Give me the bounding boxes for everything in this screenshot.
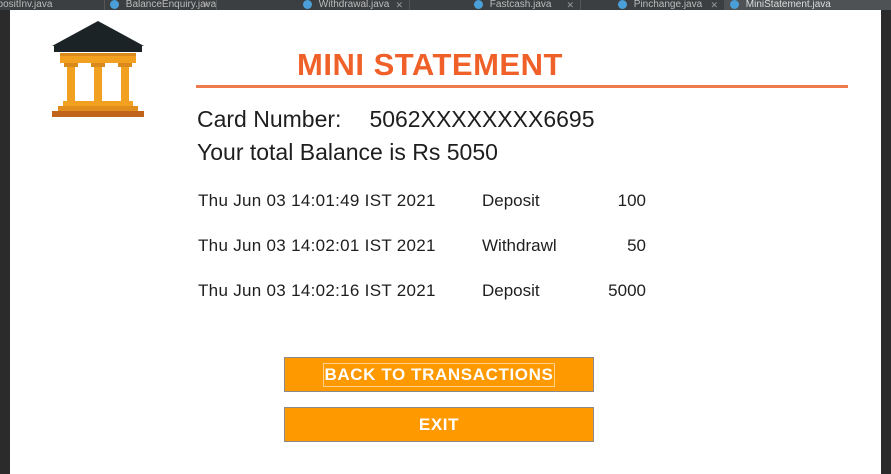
balance-text: Your total Balance is Rs 5050 (197, 139, 498, 165)
tab-label: epositInv.java (0, 0, 53, 10)
transaction-type: Deposit (482, 191, 540, 210)
transaction-type: Deposit (482, 281, 540, 300)
mini-statement-window: MINI STATEMENT Card Number: 5062XXXXXXXX6… (10, 10, 881, 474)
tab-deposit[interactable]: epositInv.java (0, 0, 105, 10)
bank-building-icon (52, 21, 144, 117)
java-file-icon (474, 0, 483, 9)
java-file-icon (730, 0, 739, 9)
tab-label: Fastcash.java (489, 0, 552, 10)
close-icon[interactable]: ✕ (202, 0, 210, 10)
java-file-icon (618, 0, 627, 9)
close-icon[interactable]: ✕ (710, 0, 718, 10)
transaction-date: Thu Jun 03 14:01:49 IST 2021 (198, 191, 436, 210)
title-underline (196, 85, 848, 88)
transaction-amount: 100 (617, 191, 646, 210)
tab-ministatement[interactable]: MiniStatement.java (724, 0, 891, 10)
tab-balance-enquiry[interactable]: BalanceEnquiry.java ✕ (104, 0, 217, 10)
tab-label: Withdrawal.java (318, 0, 390, 10)
back-to-transactions-button[interactable]: BACK TO TRANSACTIONS (284, 357, 594, 392)
transaction-date: Thu Jun 03 14:02:01 IST 2021 (198, 236, 436, 255)
close-icon[interactable]: ✕ (395, 0, 403, 10)
statement-row: Thu Jun 03 14:01:49 IST 2021 Deposit 100 (198, 190, 668, 212)
tab-withdrawal[interactable]: Withdrawal.java ✕ (297, 0, 410, 10)
close-icon[interactable]: ✕ (566, 0, 574, 10)
card-number-line: Card Number: 5062XXXXXXXX6695 (197, 104, 595, 134)
card-number-value: 5062XXXXXXXX6695 (369, 106, 595, 132)
card-number-label: Card Number: (197, 106, 342, 132)
transaction-type: Withdrawl (482, 236, 557, 255)
transaction-amount: 50 (627, 236, 646, 255)
statement-row: Thu Jun 03 14:02:16 IST 2021 Deposit 500… (198, 280, 668, 302)
tab-fastcash[interactable]: Fastcash.java ✕ (468, 0, 581, 10)
tab-label: MiniStatement.java (745, 0, 831, 10)
statement-row: Thu Jun 03 14:02:01 IST 2021 Withdrawl 5… (198, 235, 668, 257)
exit-button-label: EXIT (418, 414, 460, 434)
exit-button[interactable]: EXIT (284, 407, 594, 442)
java-file-icon (303, 0, 312, 9)
tab-label: Pinchange.java (633, 0, 703, 10)
transaction-date: Thu Jun 03 14:02:16 IST 2021 (198, 281, 436, 300)
java-file-icon (110, 0, 119, 9)
back-button-label: BACK TO TRANSACTIONS (322, 362, 556, 387)
page-title: MINI STATEMENT (297, 47, 563, 82)
transaction-amount: 5000 (608, 281, 646, 300)
tab-pinchange[interactable]: Pinchange.java ✕ (612, 0, 725, 10)
editor-tab-strip: epositInv.java BalanceEnquiry.java ✕ Wit… (0, 0, 891, 10)
